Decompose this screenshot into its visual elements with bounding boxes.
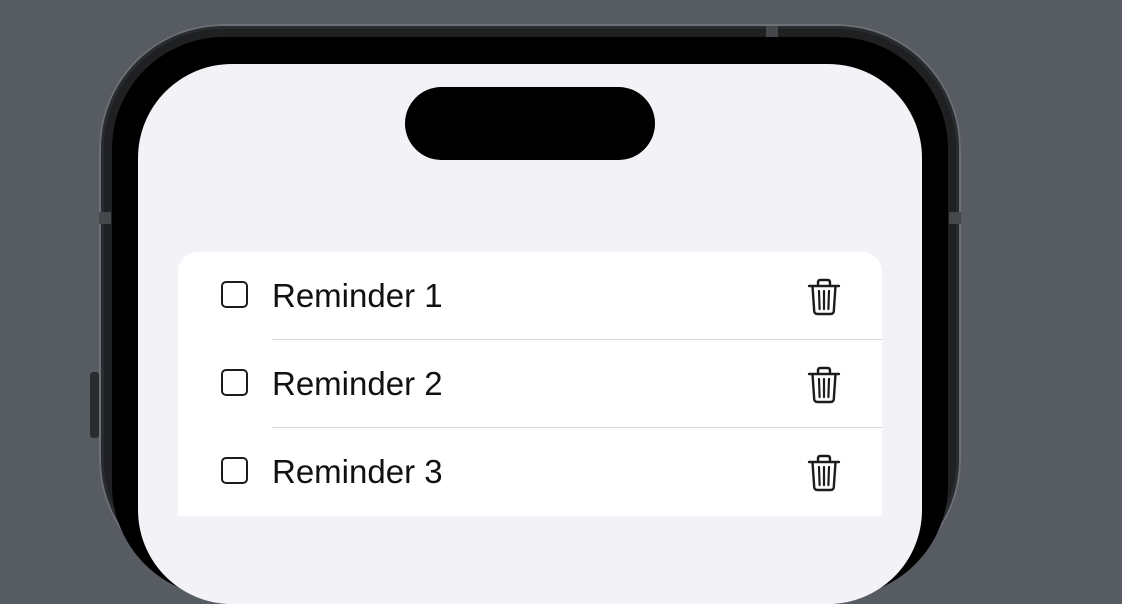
trash-icon — [807, 278, 841, 316]
list-item[interactable]: Reminder 1 — [178, 252, 882, 340]
list-item[interactable]: Reminder 2 — [178, 340, 882, 428]
phone-screen: Reminder 1 Reminder 2 Reminder 3 — [138, 64, 922, 604]
antenna-band-right — [949, 212, 961, 224]
checkbox-square-icon[interactable] — [221, 281, 248, 308]
reminders-list: Reminder 1 Reminder 2 Reminder 3 — [178, 252, 882, 516]
trash-icon — [807, 366, 841, 404]
dynamic-island — [405, 87, 655, 160]
delete-button[interactable] — [804, 365, 844, 405]
delete-button[interactable] — [804, 277, 844, 317]
list-item[interactable]: Reminder 3 — [178, 428, 882, 516]
reminder-title: Reminder 1 — [272, 277, 443, 314]
reminder-title: Reminder 2 — [272, 365, 443, 402]
checkbox-square-icon[interactable] — [221, 457, 248, 484]
delete-button[interactable] — [804, 453, 844, 493]
checkbox-square-icon[interactable] — [221, 369, 248, 396]
action-button — [90, 372, 99, 438]
antenna-band-left — [99, 212, 111, 224]
reminder-title: Reminder 3 — [272, 453, 443, 490]
trash-icon — [807, 454, 841, 492]
